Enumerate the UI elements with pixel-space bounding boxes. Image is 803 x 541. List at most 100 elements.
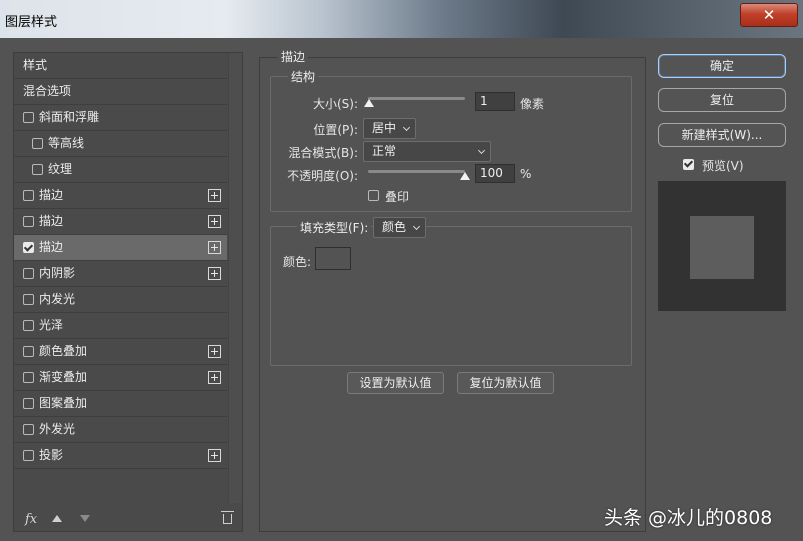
size-label: 大小(S): <box>312 97 358 111</box>
opacity-label: 不透明度(O): <box>287 169 358 183</box>
sidebar-item[interactable]: 样式 <box>14 53 227 79</box>
sidebar-item-label: 内阴影 <box>39 266 76 280</box>
style-preview-swatch <box>690 216 754 279</box>
sidebar-item[interactable]: 等高线 <box>14 131 227 157</box>
sidebar-item-checkbox[interactable] <box>23 112 34 123</box>
sidebar-item[interactable]: 内发光 <box>14 287 227 313</box>
ok-button[interactable]: 确定 <box>658 54 786 78</box>
close-button[interactable]: ✕ <box>740 3 798 27</box>
color-label: 颜色: <box>283 255 312 269</box>
sidebar-item-checkbox[interactable] <box>23 242 34 253</box>
title-bar: 图层样式 ✕ <box>0 0 803 38</box>
sidebar-item-checkbox[interactable] <box>23 190 34 201</box>
sidebar-item[interactable]: 描边 <box>14 235 227 261</box>
sidebar-item-checkbox[interactable] <box>23 320 34 331</box>
chevron-down-icon <box>412 222 421 231</box>
sidebar-item[interactable]: 描边 <box>14 209 227 235</box>
sidebar-item-checkbox[interactable] <box>23 216 34 227</box>
size-input[interactable]: 1 <box>475 92 515 111</box>
add-effect-icon[interactable] <box>208 189 221 202</box>
sidebar-item-checkbox[interactable] <box>23 268 34 279</box>
preview-checkbox[interactable] <box>683 159 694 170</box>
fill-type-label: 填充类型(F): <box>297 219 372 236</box>
styles-list: 样式 混合选项 斜面和浮雕 等高线 纹理 描边 描边 描边 内阴影 内发光 光泽 颜色叠加 渐变叠加 图案… <box>14 53 227 469</box>
sidebar-item-checkbox[interactable] <box>23 450 34 461</box>
sidebar-item-label: 颜色叠加 <box>39 344 88 358</box>
add-effect-icon[interactable] <box>208 241 221 254</box>
sidebar-item[interactable]: 颜色叠加 <box>14 339 227 365</box>
sidebar-item-label: 等高线 <box>48 136 85 150</box>
reset-button[interactable]: 复位 <box>658 88 786 112</box>
sidebar-item[interactable]: 描边 <box>14 183 227 209</box>
sidebar-item-checkbox[interactable] <box>23 294 34 305</box>
overprint-checkbox[interactable] <box>368 190 379 201</box>
opacity-unit: % <box>520 167 532 181</box>
sidebar-item-checkbox[interactable] <box>23 372 34 383</box>
styles-panel: 样式 混合选项 斜面和浮雕 等高线 纹理 描边 描边 描边 内阴影 内发光 光泽 颜色叠加 渐变叠加 图案… <box>13 52 243 532</box>
new-style-button[interactable]: 新建样式(W)... <box>658 123 786 147</box>
sidebar-item-label: 内发光 <box>39 292 76 306</box>
add-effect-icon[interactable] <box>208 449 221 462</box>
sidebar-item-label: 外发光 <box>39 422 76 436</box>
sidebar-item-label: 混合选项 <box>23 84 72 98</box>
sidebar-item-label: 样式 <box>23 58 48 72</box>
window-title: 图层样式 <box>5 15 58 30</box>
sidebar-item-checkbox[interactable] <box>23 398 34 409</box>
sidebar-item-checkbox[interactable] <box>32 138 43 149</box>
blend-mode-value: 正常 <box>372 144 397 158</box>
position-select[interactable]: 居中 <box>363 118 416 139</box>
sidebar-item-label: 斜面和浮雕 <box>39 110 100 124</box>
sidebar-item[interactable]: 投影 <box>14 443 227 469</box>
add-effect-icon[interactable] <box>208 345 221 358</box>
sidebar-item[interactable]: 外发光 <box>14 417 227 443</box>
opacity-slider[interactable] <box>368 170 465 173</box>
opacity-input[interactable]: 100 <box>475 164 515 183</box>
sidebar-item-label: 投影 <box>39 448 64 462</box>
styles-toolbar: fx <box>14 509 242 531</box>
style-preview <box>658 181 786 311</box>
chevron-down-icon <box>402 123 411 132</box>
trash-icon[interactable] <box>221 511 234 524</box>
sidebar-item-label: 图案叠加 <box>39 396 88 410</box>
sidebar-item-checkbox[interactable] <box>23 424 34 435</box>
watermark: 头条 @冰儿的0808 <box>604 507 773 529</box>
add-effect-icon[interactable] <box>208 371 221 384</box>
sidebar-item[interactable]: 光泽 <box>14 313 227 339</box>
sidebar-item[interactable]: 斜面和浮雕 <box>14 105 227 131</box>
chevron-down-icon <box>477 146 486 155</box>
section-title: 描边 <box>278 48 309 65</box>
sidebar-item-label: 描边 <box>39 240 64 254</box>
move-down-icon <box>80 515 90 522</box>
set-default-button[interactable]: 设置为默认值 <box>347 372 444 394</box>
move-up-icon[interactable] <box>52 515 62 522</box>
position-label: 位置(P): <box>313 123 358 137</box>
add-effect-icon[interactable] <box>208 267 221 280</box>
sidebar-item[interactable]: 混合选项 <box>14 79 227 105</box>
reset-default-button[interactable]: 复位为默认值 <box>457 372 554 394</box>
sidebar-item[interactable]: 纹理 <box>14 157 227 183</box>
blend-mode-select[interactable]: 正常 <box>363 141 491 162</box>
sidebar-item-checkbox[interactable] <box>32 164 43 175</box>
structure-title: 结构 <box>288 68 319 85</box>
add-effect-icon[interactable] <box>208 215 221 228</box>
overprint-label: 叠印 <box>385 190 410 204</box>
fill-type-value: 颜色 <box>382 220 407 234</box>
sidebar-item[interactable]: 渐变叠加 <box>14 365 227 391</box>
blend-mode-label: 混合模式(B): <box>288 146 358 160</box>
styles-scrollbar[interactable] <box>228 53 242 503</box>
sidebar-item[interactable]: 内阴影 <box>14 261 227 287</box>
sidebar-item-label: 描边 <box>39 214 64 228</box>
color-swatch[interactable] <box>315 247 351 270</box>
size-slider[interactable] <box>368 97 465 100</box>
fill-type-select[interactable]: 颜色 <box>373 217 426 238</box>
sidebar-item[interactable]: 图案叠加 <box>14 391 227 417</box>
sidebar-item-label: 描边 <box>39 188 64 202</box>
position-value: 居中 <box>372 121 397 135</box>
opacity-slider-thumb[interactable] <box>460 172 470 180</box>
preview-label: 预览(V) <box>702 159 744 173</box>
size-unit: 像素 <box>520 97 545 111</box>
sidebar-item-checkbox[interactable] <box>23 346 34 357</box>
sidebar-item-label: 光泽 <box>39 318 64 332</box>
size-slider-thumb[interactable] <box>364 99 374 107</box>
fx-icon[interactable]: fx <box>25 512 37 527</box>
